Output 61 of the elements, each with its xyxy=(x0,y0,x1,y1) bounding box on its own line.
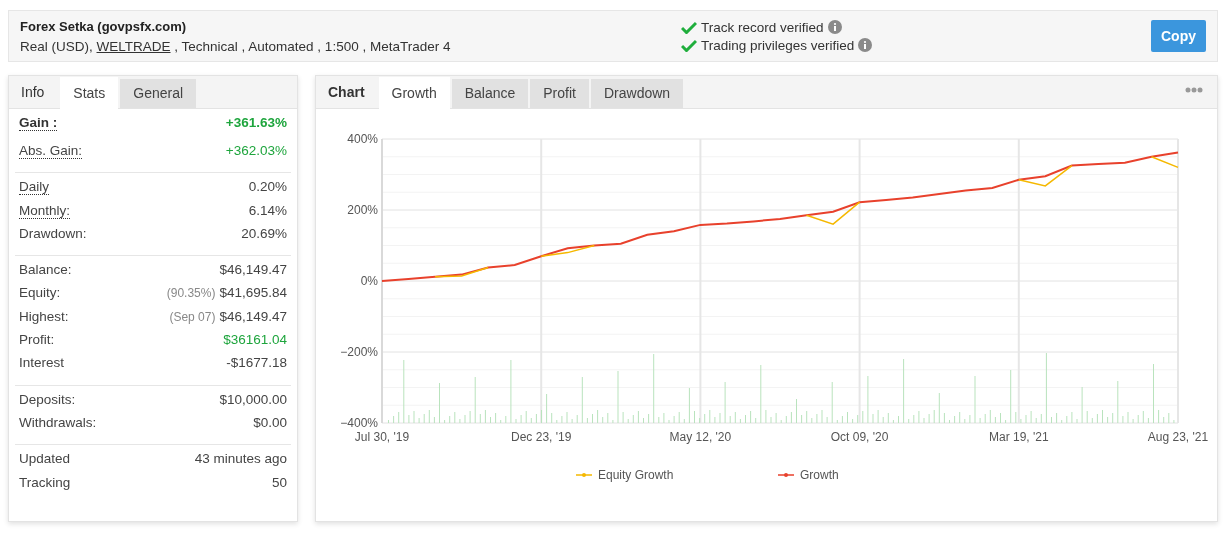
stat-value: 50 xyxy=(271,474,287,490)
account-title: Forex Setka (govpsfx.com) xyxy=(20,18,188,34)
stat-value: $41,695.84 xyxy=(219,285,287,301)
x-tick-label: Dec 23, '19 xyxy=(511,430,572,444)
stat-label: Tracking xyxy=(19,474,71,490)
y-tick-label: 0% xyxy=(360,274,378,288)
stat-value: +361.63% xyxy=(225,115,287,130)
tab[interactable]: Drawdown xyxy=(590,79,684,108)
stat-label[interactable]: Abs. Gain: xyxy=(19,143,83,159)
x-tick-label: May 12, '20 xyxy=(669,430,732,444)
stat-value: +362.03% xyxy=(225,143,287,158)
stat-label: Balance: xyxy=(19,262,72,278)
verification-label: Track record verified xyxy=(701,19,824,35)
stat-label: Drawdown: xyxy=(19,225,87,241)
tab[interactable]: Stats xyxy=(60,77,119,109)
stat-label: Equity: xyxy=(19,285,61,301)
more-icon[interactable] xyxy=(1185,87,1203,93)
stat-note: (90.35%) xyxy=(166,286,216,301)
x-tick-label: Mar 19, '21 xyxy=(988,430,1049,444)
stat-value: -$1677.18 xyxy=(226,355,287,371)
stat-label: Deposits: xyxy=(19,391,76,407)
legend-item[interactable]: Equity Growth xyxy=(575,468,674,482)
stat-note: (Sep 07) xyxy=(169,309,216,324)
tab[interactable]: General xyxy=(120,79,197,108)
y-tick-label: −200% xyxy=(340,345,378,359)
stat-label: Updated xyxy=(19,451,71,467)
stat-label: Profit: xyxy=(19,332,55,348)
stat-value: $46,149.47 xyxy=(219,262,287,278)
panel-heading: Chart xyxy=(327,83,366,102)
verification-label: Trading privileges verified xyxy=(701,37,855,53)
panel-heading: Info xyxy=(20,83,46,102)
info-icon[interactable] xyxy=(858,38,873,52)
stat-label: Withdrawals: xyxy=(19,414,97,430)
tab[interactable]: Growth xyxy=(378,77,450,109)
y-tick-label: −400% xyxy=(340,416,378,430)
y-tick-label: 200% xyxy=(347,203,378,217)
stat-value: $36161.04 xyxy=(223,332,287,348)
stat-label[interactable]: Daily xyxy=(19,179,49,196)
tab[interactable]: Profit xyxy=(530,79,589,108)
broker-link[interactable]: WELTRADE xyxy=(96,38,171,54)
stat-value: $10,000.00 xyxy=(219,391,287,407)
x-tick-label: Oct 09, '20 xyxy=(830,430,889,444)
stat-value: 20.69% xyxy=(241,225,287,241)
info-icon[interactable] xyxy=(827,20,842,34)
stat-label: Highest: xyxy=(19,308,69,324)
x-tick-label: Jul 30, '19 xyxy=(354,430,410,444)
stat-value: 0.20% xyxy=(248,179,287,195)
legend-label: Growth xyxy=(800,468,839,482)
stat-value: 6.14% xyxy=(248,202,287,218)
account-details: Real (USD), WELTRADE , Technical , Automated , 1:500 , MetaTrader 4 xyxy=(20,38,452,54)
stat-value: $46,149.47 xyxy=(219,308,287,324)
legend-label: Equity Growth xyxy=(598,468,674,482)
stat-label[interactable]: Monthly: xyxy=(19,202,71,219)
stat-label[interactable]: Gain : xyxy=(19,115,58,131)
stat-value: $0.00 xyxy=(253,414,287,430)
legend-item[interactable]: Growth xyxy=(777,468,839,482)
stat-label: Interest xyxy=(19,355,65,371)
x-tick-label: Aug 23, '21 xyxy=(1147,430,1209,444)
stat-value: 43 minutes ago xyxy=(194,451,287,467)
y-tick-label: 400% xyxy=(347,132,378,146)
tab[interactable]: Balance xyxy=(451,79,529,108)
